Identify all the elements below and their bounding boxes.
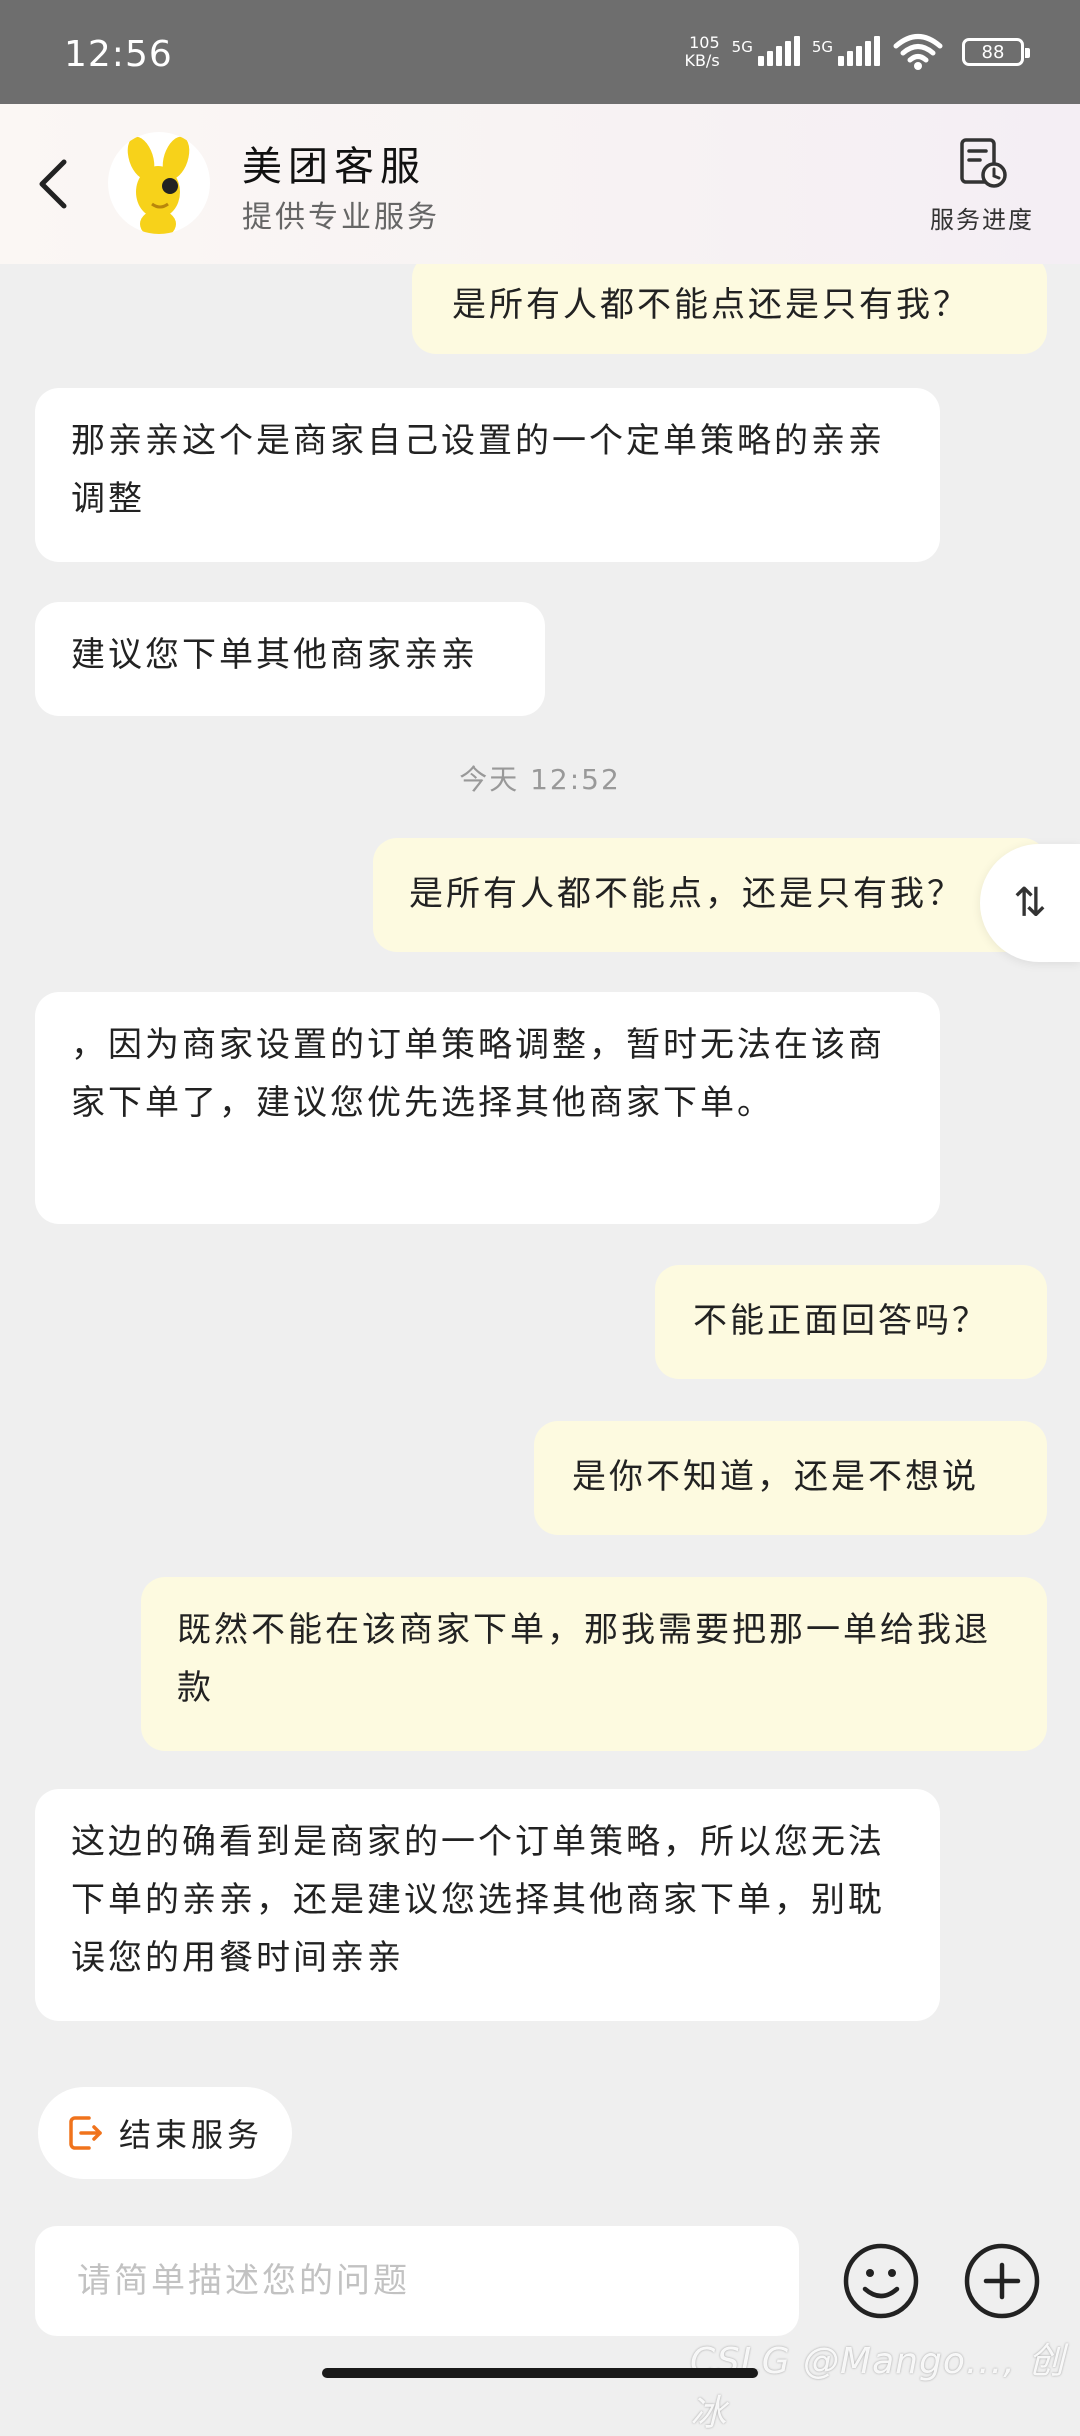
network-speed: 105 KB/s <box>684 34 719 70</box>
message-input[interactable] <box>35 2226 799 2336</box>
add-icon[interactable] <box>962 2241 1042 2321</box>
chat-message-list[interactable]: 是所有人都不能点还是只有我？ 那亲亲这个是商家自己设置的一个定单策略的亲亲调整 … <box>0 264 1080 2044</box>
agent-message-bubble[interactable]: 建议您下单其他商家亲亲 <box>35 602 545 716</box>
message-timestamp: 今天 12:52 <box>459 763 621 796</box>
kangaroo-mascot-icon <box>127 136 190 234</box>
page-title: 美团客服 <box>242 144 426 190</box>
battery-icon: 88 <box>962 38 1030 66</box>
service-progress-icon <box>960 138 1007 188</box>
status-time: 12:56 <box>64 34 173 75</box>
network-speed-unit: KB/s <box>684 51 720 70</box>
avatar[interactable] <box>108 132 210 234</box>
back-icon[interactable] <box>30 154 80 214</box>
sim2-network-tag: 5G <box>811 38 833 56</box>
signal-sim1-icon: 5G <box>731 36 800 66</box>
signal-sim2-icon: 5G <box>811 36 880 66</box>
user-message-bubble[interactable]: 是你不知道，还是不想说 <box>534 1421 1047 1535</box>
watermark: CSLG @Mango..., 创冰 <box>690 2341 1066 2434</box>
sim1-network-tag: 5G <box>731 38 753 56</box>
battery-level: 88 <box>981 41 1005 63</box>
service-progress-button[interactable]: 服务进度 <box>922 136 1042 235</box>
page-subtitle: 提供专业服务 <box>242 200 440 235</box>
agent-message-bubble[interactable]: 这边的确看到是商家的一个订单策略，所以您无法下单的亲亲，还是建议您选择其他商家下… <box>35 1789 940 2021</box>
wifi-icon <box>893 34 943 70</box>
user-message-bubble[interactable]: 是所有人都不能点，还是只有我？ <box>373 838 1047 952</box>
status-icons: 105 KB/s 5G 5G 88 <box>684 30 1030 74</box>
chat-header: 美团客服 提供专业服务 服务进度 <box>0 104 1080 264</box>
user-message-bubble[interactable]: 是所有人都不能点还是只有我？ <box>412 264 1047 354</box>
user-message-bubble[interactable]: 既然不能在该商家下单，那我需要把那一单给我退款 <box>141 1577 1047 1751</box>
end-service-label: 结束服务 <box>118 2116 263 2154</box>
user-message-bubble[interactable]: 不能正面回答吗？ <box>655 1265 1047 1379</box>
end-service-button[interactable]: 结束服务 <box>38 2087 292 2179</box>
network-speed-value: 105 <box>689 33 720 52</box>
agent-message-bubble[interactable]: ，因为商家设置的订单策略调整，暂时无法在该商家下单了，建议您优先选择其他商家下单… <box>35 992 940 1224</box>
emoji-icon[interactable] <box>841 2241 921 2321</box>
status-bar: 12:56 105 KB/s 5G 5G 88 <box>0 0 1080 104</box>
service-progress-label: 服务进度 <box>930 206 1034 234</box>
home-indicator[interactable] <box>322 2368 758 2378</box>
agent-message-bubble[interactable]: 那亲亲这个是商家自己设置的一个定单策略的亲亲调整 <box>35 388 940 562</box>
exit-icon <box>69 2116 102 2150</box>
